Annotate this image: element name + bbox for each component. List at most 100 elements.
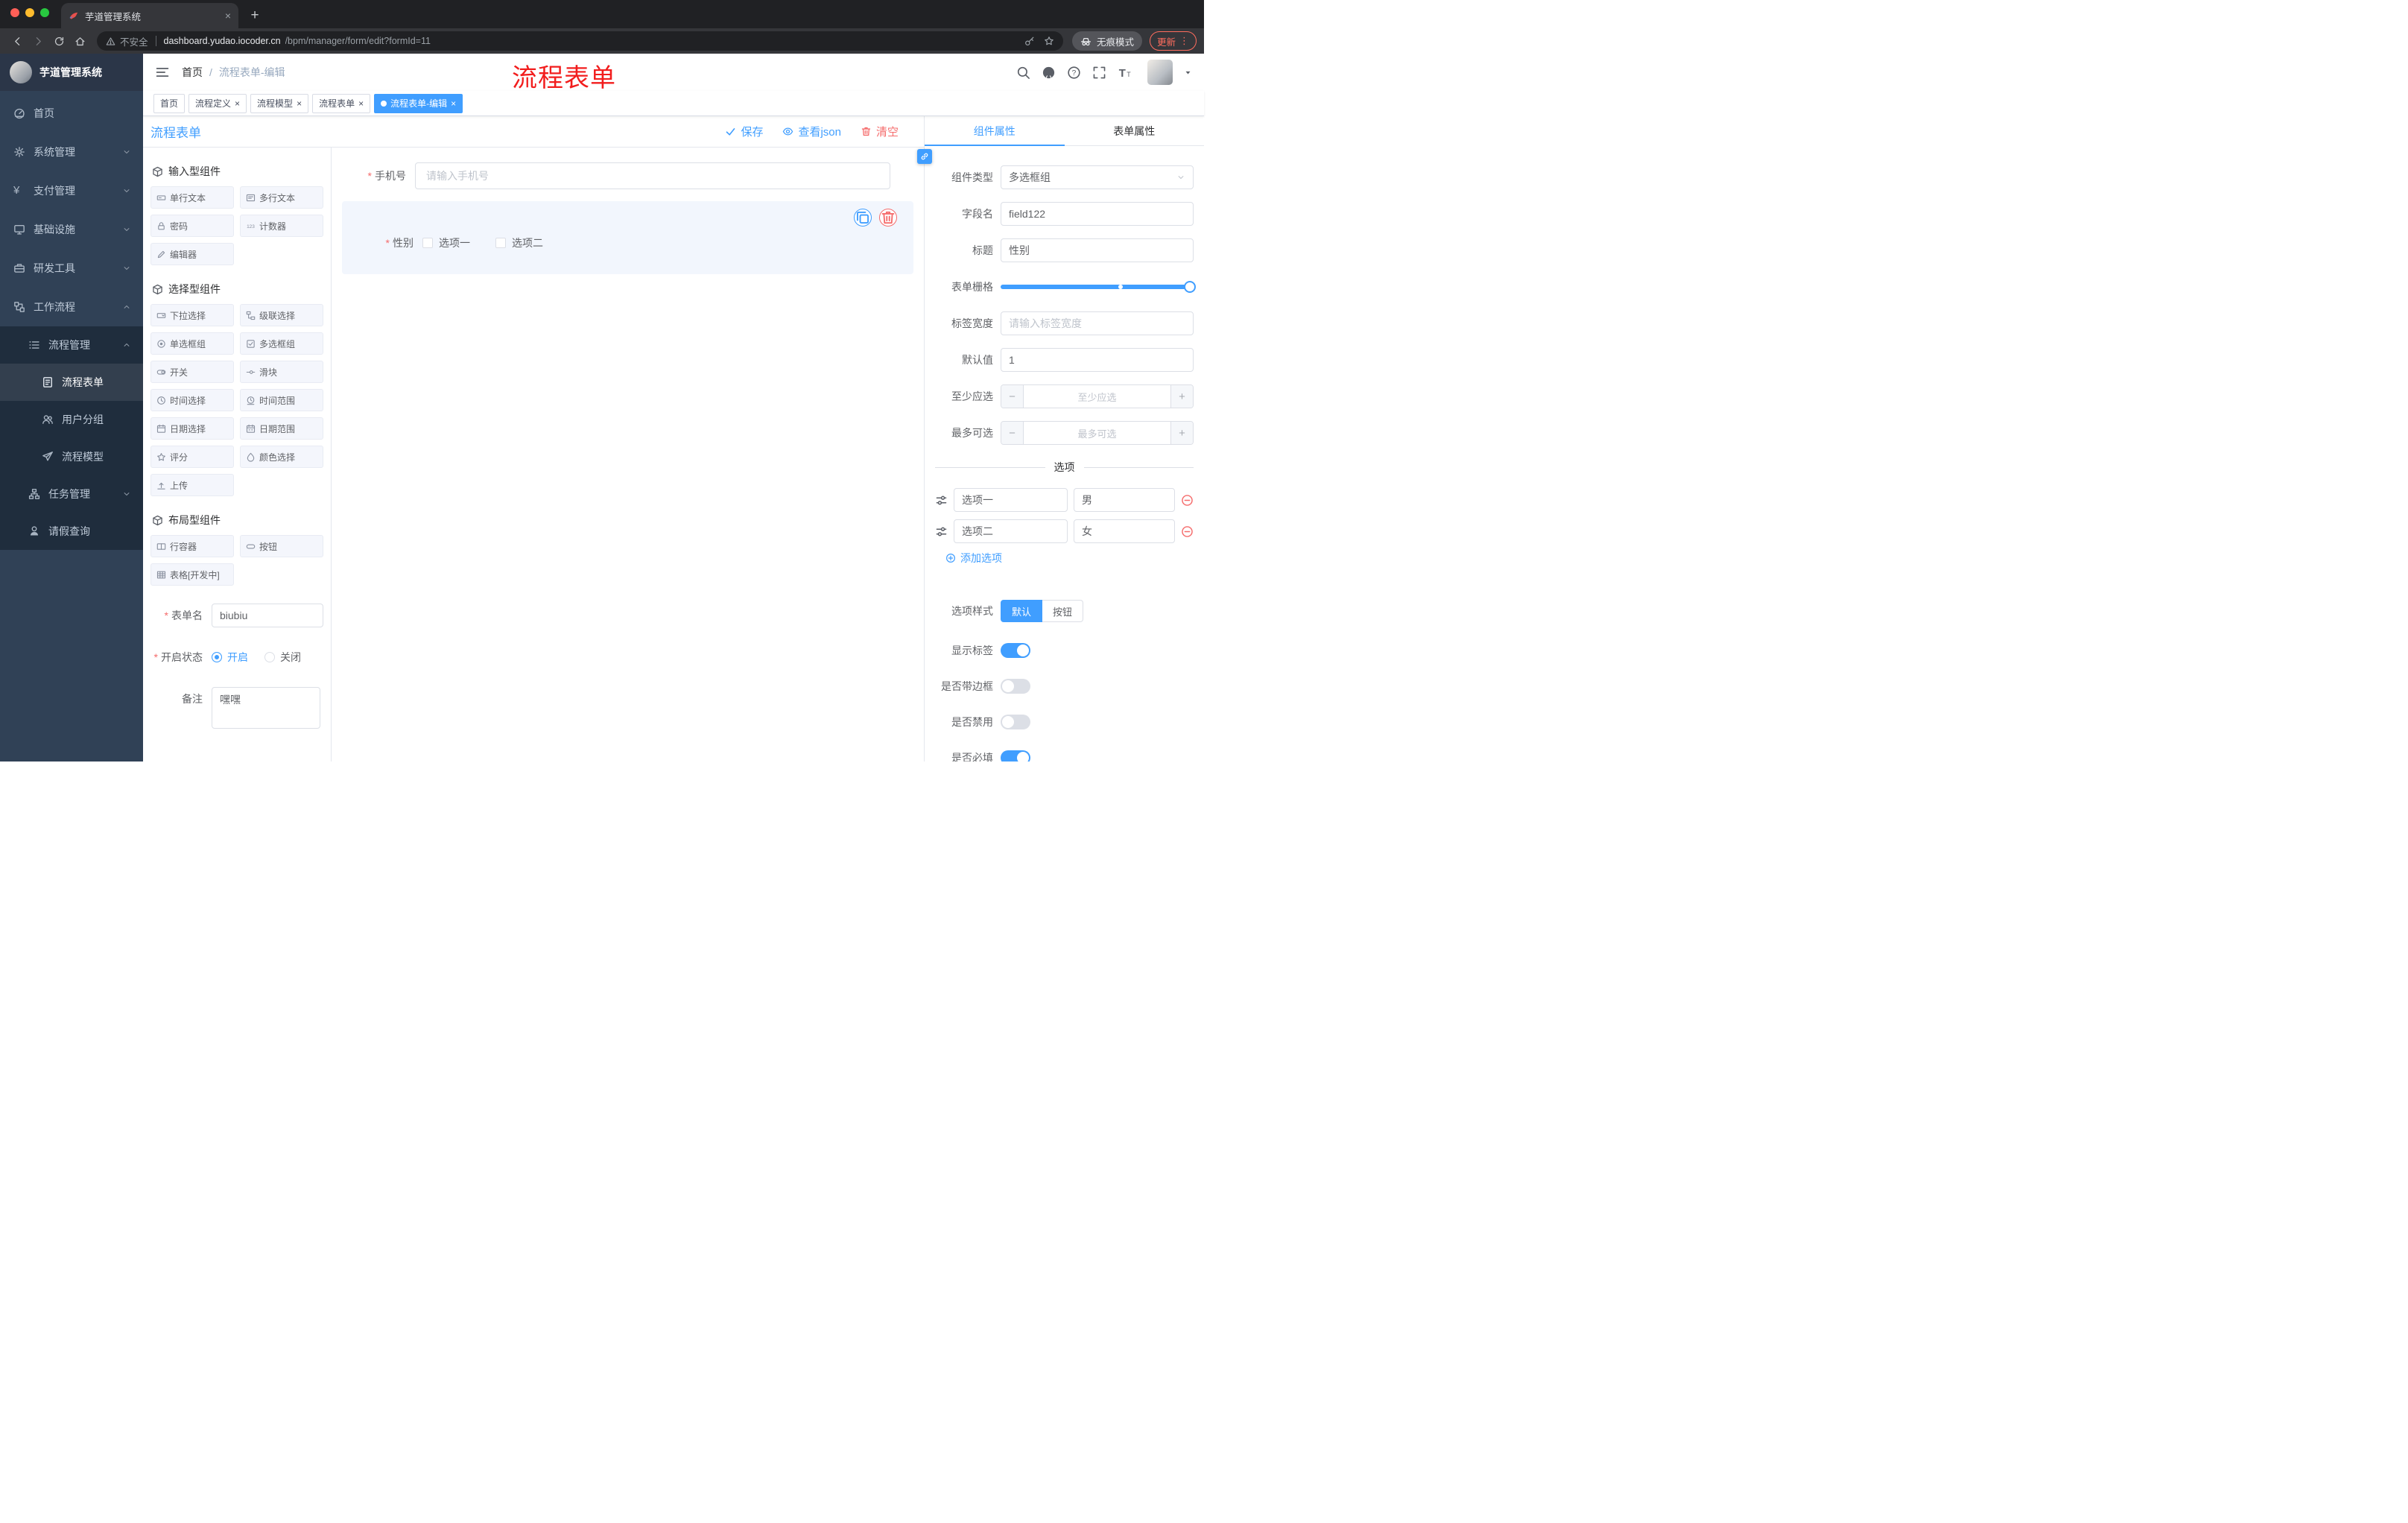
back-button[interactable] [7,31,27,51]
component-button[interactable]: 级联选择 [240,304,323,326]
option-label-input[interactable] [954,519,1068,543]
component-button[interactable]: 滑块 [240,361,323,383]
component-button[interactable]: 评分 [150,446,234,468]
checkbox-box[interactable] [422,238,433,248]
checkbox-option[interactable]: 选项二 [495,235,543,250]
zoom-window-button[interactable] [40,8,49,17]
label-width-input[interactable] [1001,311,1194,335]
new-tab-button[interactable]: + [244,5,265,26]
breadcrumb-home[interactable]: 首页 [182,65,203,80]
component-button[interactable]: 多行文本 [240,186,323,209]
widget-gender-selected[interactable]: 性别 选项一 [342,201,913,274]
clear-button[interactable]: 清空 [861,124,899,139]
component-button[interactable]: 日期选择 [150,417,234,440]
avatar[interactable] [1147,60,1173,85]
copy-widget-button[interactable] [854,209,872,227]
component-button[interactable]: 日期范围 [240,417,323,440]
min-select-value[interactable]: 至少应选 [1024,385,1170,408]
toggle-switch[interactable] [1001,715,1030,729]
tag-close-icon[interactable]: × [451,99,456,108]
security-warning-icon[interactable] [106,37,115,46]
sidebar-item[interactable]: 首页 [0,94,143,133]
help-icon[interactable]: ? [1067,66,1081,80]
tag[interactable]: 流程定义 × [188,93,247,113]
github-icon[interactable] [1042,66,1056,80]
slider-track[interactable] [1001,281,1196,293]
tab-close-icon[interactable]: × [225,10,231,21]
slider-knob[interactable] [1184,281,1196,293]
bookmark-icon[interactable] [1044,36,1054,46]
stepper-plus-button[interactable]: + [1170,422,1193,444]
component-button[interactable]: 单选框组 [150,332,234,355]
form-canvas[interactable]: 手机号 性别 [332,148,924,762]
option-value-input[interactable] [1074,488,1175,512]
toggle-switch[interactable] [1001,679,1030,694]
checkbox-box[interactable] [495,238,506,248]
browser-tab[interactable]: 芋道管理系统 × [61,3,238,28]
component-button[interactable]: 行容器 [150,535,234,557]
max-select-stepper[interactable]: − 最多可选 + [1001,421,1194,445]
browser-menu-icon[interactable]: ⋮ [1179,35,1189,47]
stepper-minus-button[interactable]: − [1001,422,1024,444]
widget-phone[interactable]: 手机号 [342,162,913,189]
search-icon[interactable] [1016,66,1030,80]
sidebar-item[interactable]: ¥ 支付管理 [0,171,143,210]
component-button[interactable]: 下拉选择 [150,304,234,326]
tag-close-icon[interactable]: × [235,99,240,108]
stepper-plus-button[interactable]: + [1170,385,1193,408]
title-input[interactable] [1001,238,1194,262]
tag[interactable]: 流程表单 × [312,93,371,113]
component-button[interactable]: 表格[开发中] [150,563,234,586]
component-button[interactable]: 开关 [150,361,234,383]
option-value-input[interactable] [1074,519,1175,543]
sidebar-logo[interactable]: 芋道管理系统 [0,54,143,91]
max-select-value[interactable]: 最多可选 [1024,422,1170,444]
caret-down-icon[interactable] [1184,69,1192,77]
default-value-input[interactable] [1001,348,1194,372]
component-button[interactable]: 时间选择 [150,389,234,411]
sidebar-item[interactable]: 研发工具 [0,249,143,288]
reload-button[interactable] [49,31,69,51]
sidebar-item[interactable]: 基础设施 [0,210,143,249]
component-button[interactable]: 编辑器 [150,243,234,265]
component-button[interactable]: 时间范围 [240,389,323,411]
minimize-window-button[interactable] [25,8,34,17]
checkbox-option[interactable]: 选项一 [422,235,470,250]
home-button[interactable] [70,31,89,51]
browser-update-button[interactable]: 更新 ⋮ [1149,31,1197,51]
radio-circle[interactable] [212,652,222,662]
tag[interactable]: 流程表单-编辑 × [374,93,463,113]
sidebar-subitem[interactable]: 流程模型 [0,438,143,475]
option-label-input[interactable] [954,488,1068,512]
style-button-button[interactable]: 按钮 [1042,600,1084,622]
drag-handle-icon[interactable] [935,494,948,507]
tab-form-props[interactable]: 表单属性 [1065,116,1205,145]
field-name-input[interactable] [1001,202,1194,226]
sidebar-subitem[interactable]: 流程表单 [0,364,143,401]
component-button[interactable]: 123 计数器 [240,215,323,237]
status-radio[interactable]: 开启 [212,650,248,665]
fullscreen-icon[interactable] [1092,66,1106,80]
status-radio[interactable]: 关闭 [264,650,301,665]
view-json-button[interactable]: 查看json [782,124,841,139]
fontsize-icon[interactable]: TT [1118,66,1132,80]
address-bar[interactable]: 不安全 dashboard.yudao.iocoder.cn/bpm/manag… [97,31,1063,51]
sidebar-item[interactable]: 工作流程 [0,288,143,326]
component-button[interactable]: 按钮 [240,535,323,557]
save-button[interactable]: 保存 [725,124,763,139]
hamburger-icon[interactable] [155,65,170,80]
sidebar-item-process-management[interactable]: 流程管理 [0,326,143,364]
tag[interactable]: 首页 × [153,93,186,113]
remove-option-icon[interactable] [1181,494,1194,507]
tag-close-icon[interactable]: × [297,99,302,108]
grid-slider[interactable] [1001,275,1196,299]
tab-component-props[interactable]: 组件属性 [925,116,1065,146]
drag-handle-icon[interactable] [935,525,948,538]
component-type-select[interactable]: 多选框组 [1001,165,1194,189]
add-option-button[interactable]: 添加选项 [945,551,1194,566]
style-default-button[interactable]: 默认 [1001,600,1043,622]
forward-button[interactable] [28,31,48,51]
phone-input[interactable] [415,162,890,189]
delete-widget-button[interactable] [879,209,897,227]
sidebar-subitem[interactable]: 用户分组 [0,401,143,438]
